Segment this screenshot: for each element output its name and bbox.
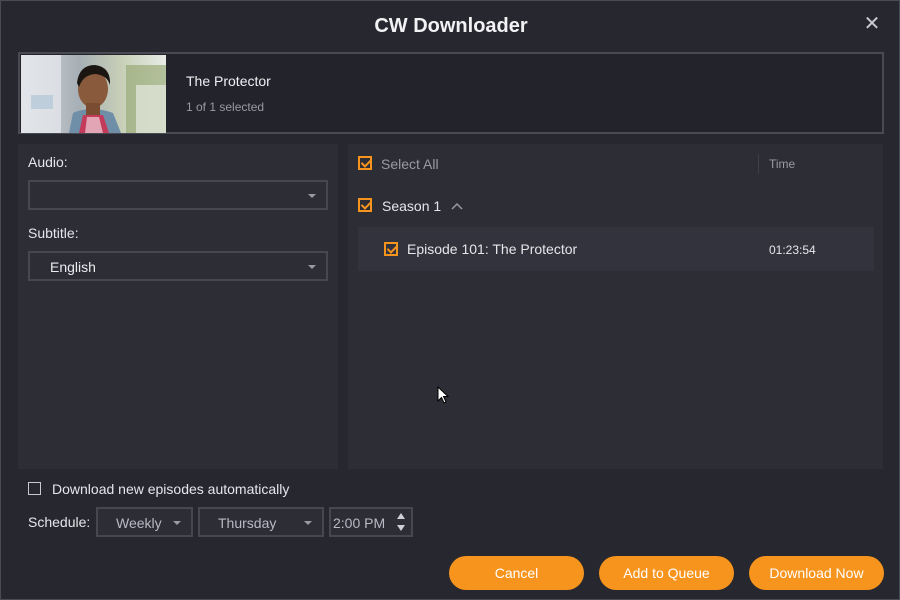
time-column-header: Time xyxy=(769,157,796,171)
day-select[interactable]: Thursday xyxy=(198,507,324,537)
show-header: The Protector 1 of 1 selected xyxy=(18,52,884,134)
selection-count: 1 of 1 selected xyxy=(186,100,265,114)
cancel-button[interactable]: Cancel xyxy=(449,556,584,590)
options-panel: Audio: Subtitle: English xyxy=(18,144,338,469)
subtitle-select[interactable]: English xyxy=(28,251,328,281)
frequency-select[interactable]: Weekly xyxy=(96,507,193,537)
increment-icon[interactable] xyxy=(397,513,405,519)
episode-checkbox[interactable] xyxy=(384,242,398,256)
chevron-down-icon xyxy=(308,194,316,198)
episode-row[interactable]: Episode 101: The Protector 01:23:54 xyxy=(358,227,874,271)
chevron-down-icon xyxy=(304,521,312,525)
time-stepper[interactable]: 2:00 PM xyxy=(329,507,413,537)
download-now-button[interactable]: Download Now xyxy=(749,556,884,590)
select-all-label: Select All xyxy=(381,156,439,172)
subtitle-value: English xyxy=(50,259,96,275)
chevron-down-icon xyxy=(173,521,181,525)
decrement-icon[interactable] xyxy=(397,525,405,531)
frequency-value: Weekly xyxy=(116,515,162,531)
season-row[interactable]: Season 1 xyxy=(348,192,883,218)
chevron-up-icon[interactable] xyxy=(451,202,463,210)
close-icon[interactable]: ✕ xyxy=(863,14,881,34)
audio-label: Audio: xyxy=(28,154,68,170)
subtitle-label: Subtitle: xyxy=(28,225,79,241)
episode-list: Select All Time Season 1 Episode 101: Th… xyxy=(348,144,883,469)
episode-title: Episode 101: The Protector xyxy=(407,241,578,257)
dialog-title: CW Downloader xyxy=(374,15,528,37)
time-value: 2:00 PM xyxy=(333,515,386,531)
day-value: Thursday xyxy=(218,515,277,531)
list-header: Select All Time xyxy=(348,144,883,182)
episode-time: 01:23:54 xyxy=(769,243,816,257)
downloader-dialog: CW Downloader ✕ The Protector 1 of 1 sel… xyxy=(0,0,900,600)
auto-download-label: Download new episodes automatically xyxy=(52,481,290,497)
column-divider xyxy=(758,154,759,174)
show-title: The Protector xyxy=(186,73,271,89)
schedule-label: Schedule: xyxy=(28,514,91,530)
show-thumbnail xyxy=(21,55,166,133)
auto-download-checkbox[interactable] xyxy=(28,482,41,495)
add-to-queue-button[interactable]: Add to Queue xyxy=(599,556,734,590)
audio-select[interactable] xyxy=(28,180,328,210)
select-all-checkbox[interactable] xyxy=(358,156,372,170)
season-checkbox[interactable] xyxy=(358,198,372,212)
mouse-cursor-icon xyxy=(437,386,449,404)
chevron-down-icon xyxy=(308,265,316,269)
season-label: Season 1 xyxy=(382,198,442,214)
